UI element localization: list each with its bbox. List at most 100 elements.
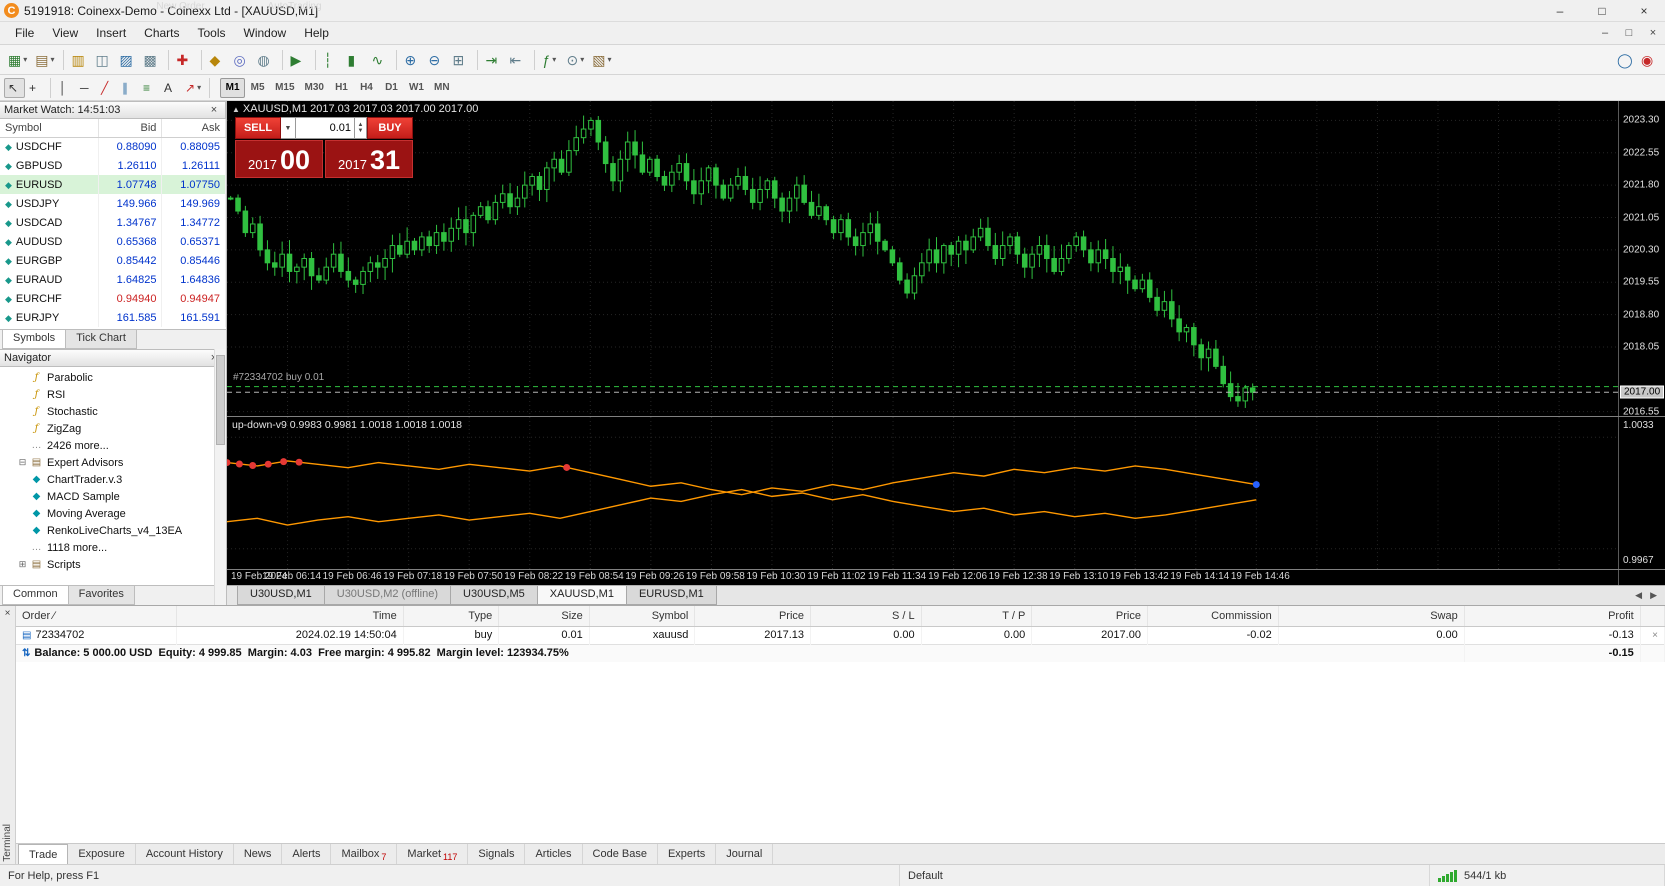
navigator-item-parabolic[interactable]: ƒ Parabolic: [0, 369, 226, 386]
navigator-item-renkolivecharts-v4-13ea[interactable]: ◆ RenkoLiveCharts_v4_13EA: [0, 522, 226, 539]
close-order-button[interactable]: ×: [1652, 630, 1658, 641]
terminal-tab-code-base[interactable]: Code Base: [582, 844, 658, 864]
navigator-toggle[interactable]: ▨: [116, 48, 140, 72]
timeframe-d1[interactable]: D1: [379, 78, 404, 98]
terminal-column-commission[interactable]: Commission: [1147, 606, 1279, 627]
timeframe-m30[interactable]: M30: [300, 78, 329, 98]
terminal-tab-news[interactable]: News: [233, 844, 283, 864]
menu-window[interactable]: Window: [235, 23, 296, 43]
timeframe-mn[interactable]: MN: [429, 78, 455, 98]
sell-button[interactable]: SELL: [235, 117, 281, 139]
fibonacci-tool[interactable]: ≡: [139, 78, 160, 98]
chart-tab-u30usd-m2-offline[interactable]: U30USD,M2 (offline): [323, 586, 452, 605]
volume-input[interactable]: 0.01: [296, 117, 354, 139]
arrows-tool[interactable]: ↗ ▾: [181, 78, 205, 98]
market-watch-row-audusd[interactable]: ◆ AUDUSD 0.65368 0.65371: [0, 232, 226, 251]
market-watch-toggle[interactable]: ▥: [68, 48, 92, 72]
window-close-button[interactable]: ×: [1623, 0, 1665, 21]
tree-expander-icon[interactable]: ⊞: [17, 559, 28, 570]
navigator-item-zigzag[interactable]: ƒ ZigZag: [0, 420, 226, 437]
timeframe-h4[interactable]: H4: [354, 78, 379, 98]
terminal-tab-alerts[interactable]: Alerts: [282, 844, 332, 864]
candlestick-chart[interactable]: [227, 101, 1618, 416]
text-tool[interactable]: A: [160, 78, 181, 98]
profiles-button[interactable]: ▤ ▾: [31, 48, 58, 72]
cursor-tool[interactable]: ↖: [4, 77, 25, 98]
terminal-column-price[interactable]: Price: [1031, 606, 1148, 627]
timeframe-w1[interactable]: W1: [404, 78, 429, 98]
market-watch-row-usdchf[interactable]: ◆ USDCHF 0.88090 0.88095: [0, 137, 226, 156]
column-ask[interactable]: Ask: [161, 119, 226, 138]
terminal-toggle[interactable]: ▩: [140, 48, 164, 72]
chart-shift-button[interactable]: ⇤: [506, 48, 530, 72]
terminal-column-size[interactable]: Size: [498, 606, 590, 627]
tree-expander-icon[interactable]: ⊟: [17, 457, 28, 468]
window-maximize-button[interactable]: □: [1581, 0, 1623, 21]
terminal-column-price[interactable]: Price: [694, 606, 812, 627]
market-watch-row-gbpusd[interactable]: ◆ GBPUSD 1.26110 1.26111: [0, 156, 226, 175]
channel-tool[interactable]: ∥: [118, 78, 139, 98]
metaeditor-button[interactable]: ◆: [206, 48, 230, 72]
terminal-tab-articles[interactable]: Articles: [525, 844, 583, 864]
navigator-tab-common[interactable]: Common: [2, 586, 69, 605]
navigator-item-rsi[interactable]: ƒ RSI: [0, 386, 226, 403]
trendline-tool[interactable]: ╱: [97, 78, 118, 98]
price-axis[interactable]: 2023.30 2022.55 2021.80 2021.05 2020.30 2019.…: [1618, 101, 1665, 417]
indicator-chart[interactable]: [227, 417, 1618, 569]
chart-close-button[interactable]: ×: [1641, 27, 1665, 39]
timeframe-m15[interactable]: M15: [270, 78, 299, 98]
terminal-tab-exposure[interactable]: Exposure: [68, 844, 136, 864]
terminal-tab-experts[interactable]: Experts: [657, 844, 717, 864]
order-row[interactable]: ▤ 72334702 2024.02.19 14:50:04 buy 0.01 xauus…: [16, 626, 1665, 644]
autotrading-button[interactable]: ▶ AutoTrading: [267, 1, 321, 72]
buy-button[interactable]: BUY: [367, 117, 413, 139]
terminal-column-symbol[interactable]: Symbol: [589, 606, 696, 627]
search-button[interactable]: ◯: [1613, 48, 1637, 72]
timeframe-m1[interactable]: M1: [220, 77, 246, 98]
market-watch-close-icon[interactable]: ×: [207, 104, 221, 116]
timeframe-m5[interactable]: M5: [245, 78, 270, 98]
strategy-tester-button[interactable]: ◎: [230, 48, 254, 72]
terminal-column-order[interactable]: Order ∕: [16, 606, 178, 627]
market-watch-row-usdcad[interactable]: ◆ USDCAD 1.34767 1.34772: [0, 213, 226, 232]
indicator-plot[interactable]: up-down-v9 0.9983 0.9981 1.0018 1.0018 1…: [227, 417, 1618, 569]
market-watch-row-eurjpy[interactable]: ◆ EURJPY 161.585 161.591: [0, 308, 226, 327]
menu-view[interactable]: View: [43, 23, 87, 43]
window-minimize-button[interactable]: –: [1539, 0, 1581, 21]
terminal-column-t-p[interactable]: T / P: [921, 606, 1033, 627]
navigator-item-stochastic[interactable]: ƒ Stochastic: [0, 403, 226, 420]
market-watch-tab-tick-chart[interactable]: Tick Chart: [65, 330, 137, 349]
navigator-item-macd-sample[interactable]: ◆ MACD Sample: [0, 488, 226, 505]
menu-charts[interactable]: Charts: [135, 23, 188, 43]
menu-insert[interactable]: Insert: [87, 23, 135, 43]
terminal-close-icon[interactable]: ×: [5, 608, 11, 619]
tile-windows-button[interactable]: ⊞: [449, 48, 473, 72]
chart-tab-u30usd-m5[interactable]: U30USD,M5: [450, 586, 538, 605]
chart-tab-u30usd-m1[interactable]: U30USD,M1: [237, 586, 325, 605]
options-button[interactable]: ◍: [254, 48, 278, 72]
chart-minimize-button[interactable]: –: [1593, 27, 1617, 39]
market-watch-row-eurchf[interactable]: ◆ EURCHF 0.94940 0.94947: [0, 289, 226, 308]
zoom-out-button[interactable]: ⊖: [425, 48, 449, 72]
navigator-item-expert-advisors[interactable]: ⊟ ▤ Expert Advisors: [0, 454, 226, 471]
market-watch-row-usdjpy[interactable]: ◆ USDJPY 149.966 149.969: [0, 194, 226, 213]
terminal-tab-market[interactable]: Market 117: [397, 844, 469, 864]
terminal-column-s-l[interactable]: S / L: [810, 606, 922, 627]
terminal-tab-trade[interactable]: Trade: [18, 844, 69, 864]
terminal-tab-mailbox[interactable]: Mailbox 7: [331, 844, 398, 864]
bar-chart-mode-button[interactable]: ┆: [320, 48, 344, 72]
indicators-button[interactable]: ƒ ▾: [539, 48, 563, 72]
terminal-column-swap[interactable]: Swap: [1278, 606, 1465, 627]
chart-tabs-scroll-right-icon[interactable]: ▶: [1646, 590, 1661, 601]
time-axis[interactable]: 19 Feb 2024 19 Feb 06:14 19 Feb 06:46 19 Fe…: [227, 570, 1618, 585]
navigator-scrollbar[interactable]: [214, 349, 226, 605]
column-bid[interactable]: Bid: [98, 119, 163, 138]
terminal-tab-account-history[interactable]: Account History: [135, 844, 234, 864]
chart-restore-button[interactable]: □: [1617, 27, 1641, 39]
data-window-toggle[interactable]: ◫: [92, 48, 116, 72]
line-chart-mode-button[interactable]: ∿: [368, 48, 392, 72]
menu-help[interactable]: Help: [295, 23, 338, 43]
navigator-item-charttrader-v-3[interactable]: ◆ ChartTrader.v.3: [0, 471, 226, 488]
volume-stepper[interactable]: ▲ ▼: [354, 117, 367, 139]
terminal-column-type[interactable]: Type: [403, 606, 500, 627]
